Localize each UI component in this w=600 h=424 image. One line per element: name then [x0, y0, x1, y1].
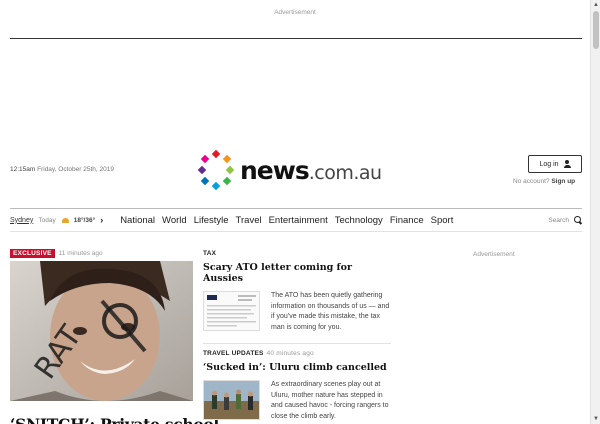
page-scrollbar[interactable]: ▲ ▼ [590, 0, 600, 424]
story-thumbnail[interactable] [203, 291, 260, 331]
search-icon [574, 216, 582, 224]
lead-story-image[interactable]: RAT [10, 261, 193, 401]
lead-story-time: 11 minutes ago [58, 250, 103, 257]
nav-link-lifestyle[interactable]: Lifestyle [194, 215, 229, 226]
user-icon [563, 160, 571, 168]
header-date: Friday, October 25th, 2019 [37, 166, 114, 173]
lead-story-title[interactable]: ‘SNITCH’: Private school [10, 415, 219, 424]
scroll-up-icon[interactable]: ▲ [592, 1, 600, 9]
nav-link-travel[interactable]: Travel [236, 215, 262, 226]
story-title[interactable]: ‘Sucked in’: Uluru climb cancelled [203, 362, 391, 373]
logo-news-text: news [240, 155, 310, 185]
login-button[interactable]: Log in [528, 155, 582, 173]
login-label: Log in [539, 160, 559, 168]
top-divider [10, 38, 582, 39]
chevron-right-icon[interactable]: › [100, 215, 103, 225]
lead-story[interactable]: EXCLUSIVE 11 minutes ago RAT ‘SNITCH’: P… [10, 249, 219, 424]
weather-day: Today [38, 216, 56, 224]
no-account-prompt: No account? Sign up [513, 178, 575, 185]
story-section: TRAVEL UPDATES [203, 350, 264, 357]
nav-link-finance[interactable]: Finance [390, 215, 424, 226]
scrollbar-thumb[interactable] [593, 11, 599, 49]
nav-link-national[interactable]: National [120, 215, 155, 226]
story-section-tag: TRAVEL UPDATES 40 minutes ago [203, 350, 391, 357]
side-ad-label: Advertisement [473, 251, 515, 258]
story-section: TAX [203, 250, 217, 257]
story-body: The ATO has been quietly gathering infor… [203, 291, 391, 333]
header-datetime: 12:15am Friday, October 25th, 2019 [10, 166, 114, 173]
site-logo[interactable]: news.com.au [196, 150, 382, 190]
weather-temps: 18°/36° [73, 216, 96, 224]
story-card[interactable]: TRAVEL UPDATES 40 minutes ago ‘Sucked in’… [203, 350, 391, 422]
main-nav: Sydney Today 18°/36° › National World Li… [10, 209, 582, 231]
nav-bottom-divider [10, 231, 582, 232]
scroll-down-icon[interactable]: ▼ [592, 415, 600, 423]
no-account-text: No account? [513, 178, 550, 185]
story-time: 40 minutes ago [266, 350, 314, 357]
signup-link[interactable]: Sign up [551, 178, 575, 185]
nav-link-world[interactable]: World [162, 215, 187, 226]
story-teaser: The ATO has been quietly gathering infor… [271, 292, 390, 331]
sun-cloud-icon [61, 217, 70, 224]
exclusive-badge: EXCLUSIVE [10, 249, 55, 258]
search-label: Search [548, 216, 569, 224]
nav-link-sport[interactable]: Sport [431, 215, 454, 226]
story-column: TAX Scary ATO letter coming for Aussies [203, 250, 391, 422]
story-teaser: As extraordinary scenes play out at Ulur… [271, 381, 389, 420]
lead-story-meta: EXCLUSIVE 11 minutes ago [10, 249, 193, 258]
story-thumbnail[interactable] [203, 380, 260, 420]
story-title[interactable]: Scary ATO letter coming for Aussies [203, 262, 391, 284]
weather-city-link[interactable]: Sydney [10, 217, 33, 224]
nav-link-entertainment[interactable]: Entertainment [269, 215, 328, 226]
story-body: As extraordinary scenes play out at Ulur… [203, 380, 391, 422]
logo-wordmark: news.com.au [240, 158, 382, 183]
nav-links: National World Lifestyle Travel Entertai… [120, 215, 460, 226]
search-button[interactable]: Search [548, 216, 582, 224]
header-time: 12:15am [10, 166, 36, 173]
story-divider [203, 343, 391, 344]
logo-dots-icon [197, 150, 235, 190]
nav-link-technology[interactable]: Technology [335, 215, 383, 226]
top-ad-label: Advertisement [274, 9, 316, 16]
story-section-tag: TAX [203, 250, 391, 257]
story-card[interactable]: TAX Scary ATO letter coming for Aussies [203, 250, 391, 333]
logo-domain-text: .com.au [308, 161, 382, 184]
